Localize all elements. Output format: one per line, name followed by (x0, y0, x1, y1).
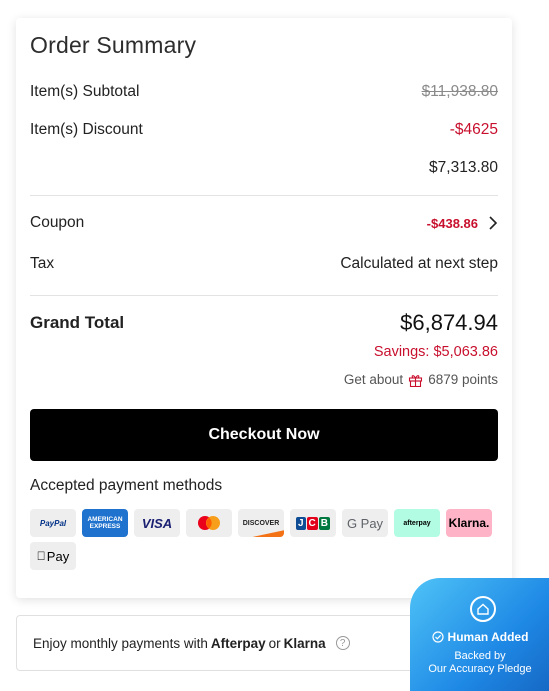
order-summary-card: Order Summary Item(s) Subtotal $11,938.8… (16, 18, 512, 598)
savings-text: Savings: $5,063.86 (373, 344, 498, 360)
discover-icon: DISCOVER (238, 509, 284, 537)
discount-value: -$4625 (449, 121, 498, 138)
order-summary-title: Order Summary (30, 32, 197, 58)
grand-total-value: $6,874.94 (400, 310, 498, 335)
google-pay-icon: G Pay (342, 509, 388, 537)
checkout-now-button[interactable]: Checkout Now (30, 409, 498, 461)
after-discount-value: $7,313.80 (429, 159, 498, 176)
subtotal-row: Item(s) Subtotal $11,938.80 (30, 83, 498, 101)
klarna-link[interactable]: Klarna (284, 636, 326, 651)
divider (30, 295, 498, 296)
jcb-icon: J C B (290, 509, 336, 537)
tax-value: Calculated at next step (340, 255, 498, 272)
house-icon (470, 596, 496, 622)
visa-icon: VISA (134, 509, 180, 537)
help-icon[interactable]: ? (335, 636, 350, 650)
financing-prefix: Enjoy monthly payments with (33, 635, 208, 651)
grand-total-row: Grand Total $6,874.94 (30, 310, 498, 336)
chevron-right-icon[interactable] (488, 216, 498, 230)
badge-subtitle: Backed by Our Accuracy Pledge (428, 650, 532, 675)
apple-pay-icon:  Pay (30, 542, 76, 570)
subtotal-value: $11,938.80 (421, 83, 498, 100)
klarna-icon: Klarna. (446, 509, 492, 537)
amex-icon: AMERICAN EXPRESS (82, 509, 128, 537)
coupon-label: Coupon (30, 214, 85, 231)
subtotal-label: Item(s) Subtotal (30, 83, 140, 100)
mastercard-icon (186, 509, 232, 537)
gift-icon (409, 374, 423, 387)
tax-label: Tax (30, 255, 55, 272)
payment-methods-list: PayPal AMERICAN EXPRESS VISA DISCOVER J … (30, 509, 500, 570)
afterpay-icon: afterpay (394, 509, 440, 537)
afterpay-link[interactable]: Afterpay (211, 636, 266, 651)
tax-row: Tax Calculated at next step (30, 255, 498, 273)
points-value: 6879 points (428, 372, 498, 387)
human-added-badge[interactable]: Human Added Backed by Our Accuracy Pledg… (410, 578, 549, 691)
coupon-value: -$438.86 (426, 215, 478, 231)
financing-or: or (268, 635, 281, 651)
discount-row: Item(s) Discount -$4625 (30, 121, 498, 139)
discount-label: Item(s) Discount (30, 121, 143, 138)
points-row: Get about 6879 points (344, 372, 498, 387)
badge-title-row: Human Added (410, 630, 549, 644)
coupon-value-group[interactable]: -$438.86 (427, 216, 498, 231)
payment-methods-label: Accepted payment methods (30, 477, 223, 494)
after-discount-row: $7,313.80 (30, 159, 498, 177)
points-prefix: Get about (343, 372, 404, 387)
badge-title: Human Added (447, 630, 529, 644)
paypal-icon: PayPal (30, 509, 76, 537)
coupon-row[interactable]: Coupon -$438.86 (30, 214, 498, 232)
grand-total-label: Grand Total (30, 313, 125, 332)
divider (30, 195, 498, 196)
check-circle-icon (431, 631, 444, 643)
